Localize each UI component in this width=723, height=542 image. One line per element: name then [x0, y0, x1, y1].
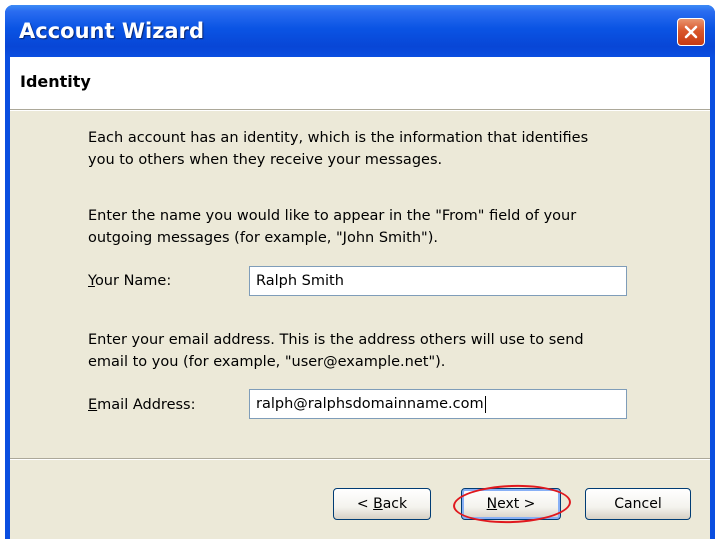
- next-button[interactable]: Next >: [461, 488, 561, 520]
- header-divider: [10, 109, 710, 111]
- email-help-line: email to you (for example, "user@example…: [88, 354, 446, 370]
- intro-text-line: Each account has an identity, which is t…: [88, 130, 589, 146]
- email-label: Email Address:: [88, 397, 195, 413]
- back-button-prefix: <: [356, 496, 374, 512]
- back-button-label: ack: [382, 496, 408, 512]
- cancel-button-label: Cancel: [614, 496, 662, 512]
- cancel-button[interactable]: Cancel: [585, 488, 691, 520]
- email-help-text: Enter your email address. This is the ad…: [88, 329, 584, 373]
- close-button[interactable]: [677, 18, 705, 46]
- dialog-body: Identity Each account has an identity, w…: [10, 57, 710, 539]
- name-help-line: Enter the name you would like to appear …: [88, 208, 577, 224]
- email-address-value: ralph@ralphsdomainname.com: [256, 396, 484, 412]
- text-caret: [484, 395, 486, 413]
- page-title: Identity: [20, 72, 91, 91]
- account-wizard-window: Account Wizard Identity Each account has…: [5, 5, 715, 539]
- your-name-input[interactable]: Ralph Smith: [249, 266, 627, 296]
- back-button-accelerator: B: [373, 496, 383, 512]
- next-button-accelerator: N: [486, 496, 498, 512]
- name-label-accelerator: Y: [88, 273, 95, 289]
- intro-text-line: you to others when they receive your mes…: [88, 152, 443, 168]
- your-name-value: Ralph Smith: [256, 273, 344, 289]
- next-button-label: ext >: [497, 496, 536, 512]
- email-help-line: Enter your email address. This is the ad…: [88, 332, 584, 348]
- name-label: Your Name:: [88, 273, 171, 289]
- title-bar[interactable]: Account Wizard: [5, 5, 715, 57]
- intro-text: Each account has an identity, which is t…: [88, 127, 588, 171]
- email-label-accelerator: E: [88, 397, 98, 413]
- window-title: Account Wizard: [19, 19, 204, 43]
- name-help-text: Enter the name you would like to appear …: [88, 205, 576, 249]
- back-button[interactable]: < Back: [333, 488, 431, 520]
- name-label-text: our Name:: [94, 273, 172, 289]
- page-header: Identity: [10, 57, 710, 109]
- footer-divider: [10, 458, 710, 460]
- email-address-input[interactable]: ralph@ralphsdomainname.com: [249, 389, 627, 419]
- close-icon: [684, 25, 698, 39]
- name-help-line: outgoing messages (for example, "John Sm…: [88, 230, 438, 246]
- email-label-text: mail Address:: [97, 397, 196, 413]
